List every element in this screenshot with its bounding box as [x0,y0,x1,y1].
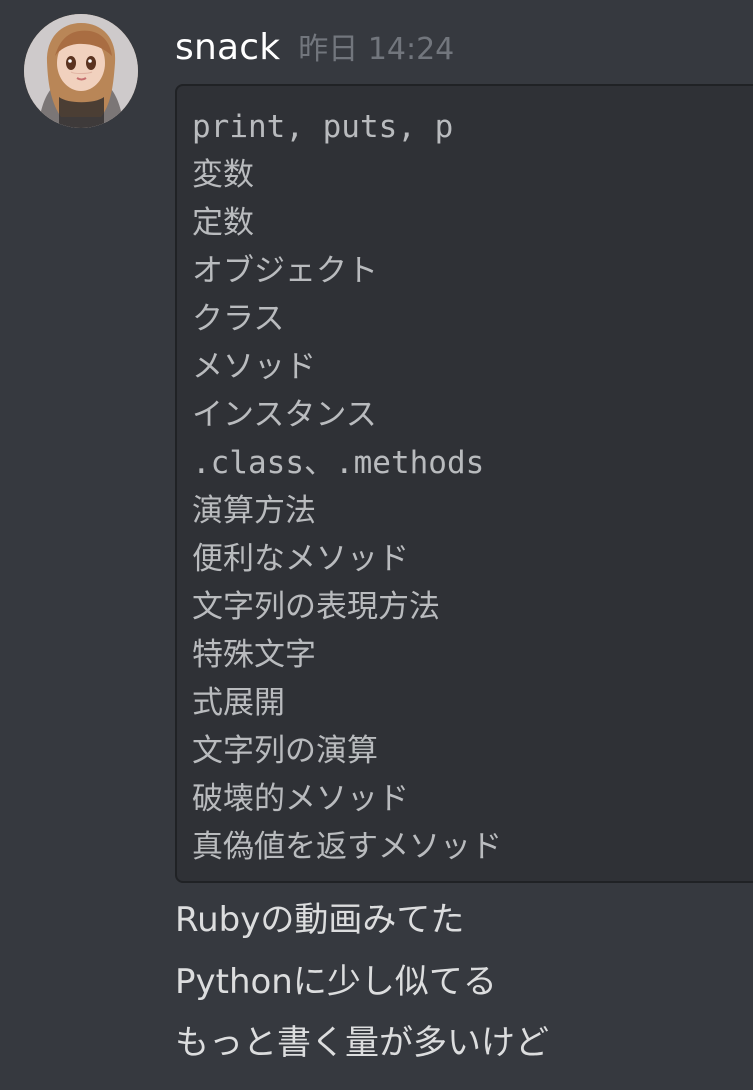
user-avatar[interactable] [24,14,138,128]
username[interactable]: snack [175,24,280,72]
code-line: 式展開 [192,685,285,721]
code-line: 演算方法 [192,493,316,529]
code-line: クラス [192,301,285,337]
code-line: 破壊的メソッド [192,781,409,817]
code-line: .class、.methods [192,445,485,481]
code-line: 真偽値を返すメソッド [192,829,502,865]
avatar-image [24,14,138,128]
code-line: オブジェクト [192,253,378,289]
code-line: 定数 [192,205,254,241]
code-line: インスタンス [192,397,377,433]
message-timestamp[interactable]: 昨日 14:24 [298,26,454,74]
code-line: 特殊文字 [192,637,316,673]
chat-message: snack 昨日 14:24 print, puts, p 変数 定数 オブジェ… [0,0,753,1090]
code-line: メソッド [192,349,316,385]
code-line: 変数 [192,157,254,193]
code-line: 文字列の演算 [192,733,378,769]
code-line: 文字列の表現方法 [192,589,440,625]
code-block: print, puts, p 変数 定数 オブジェクト クラス メソッド インス… [175,84,753,883]
message-header: snack 昨日 14:24 [175,24,454,76]
code-line: print, puts, p [192,109,454,145]
code-line: 便利なメソッド [192,541,409,577]
message-text-line: Rubyの動画みてた [175,900,465,940]
message-text-line: Pythonに少し似てる [175,962,497,1002]
message-text-line: もっと書く量が多いけど [175,1023,549,1063]
